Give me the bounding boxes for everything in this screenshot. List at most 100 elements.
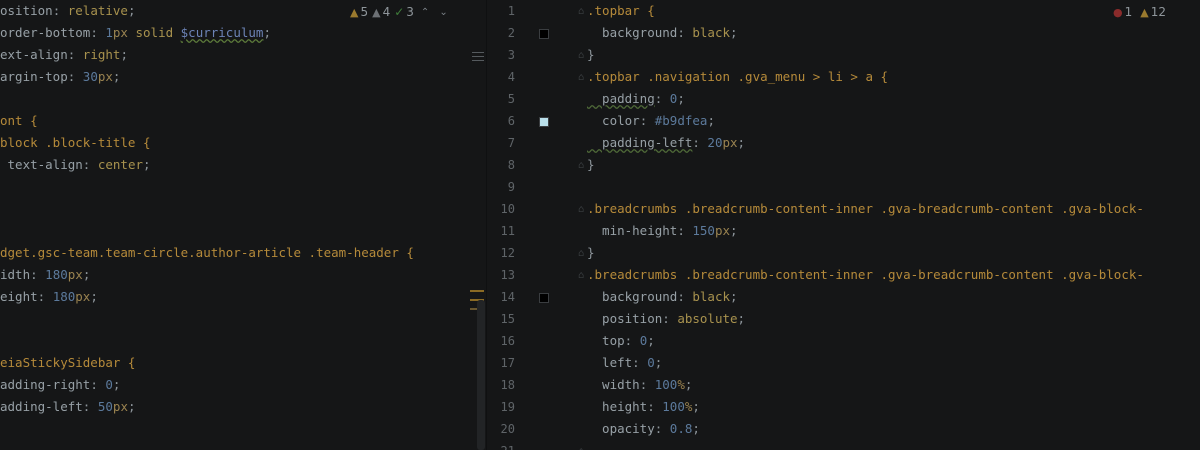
line-number[interactable]: 16 [487,330,515,352]
line-number[interactable]: 4 [487,66,515,88]
right-editor-pane[interactable]: 123456789101112131415161718192021⌂⌂⌂⌂⌂⌂⌂… [487,0,1200,450]
vertical-scrollbar[interactable] [477,300,485,450]
line-number[interactable]: 11 [487,220,515,242]
line-number[interactable]: 13 [487,264,515,286]
fold-marker-icon[interactable]: ⌂ [578,204,584,215]
code-token: order-bottom [0,25,91,40]
line-number[interactable]: 21 [487,440,515,450]
code-line[interactable]: .breadcrumbs .breadcrumb-content-inner .… [587,198,1144,220]
code-line[interactable]: } [587,154,595,176]
left-editor-pane[interactable]: osition: relative; order-bottom: 1px soli… [0,0,487,450]
code-line[interactable]: osition: relative; [0,0,136,22]
code-line[interactable]: order-bottom: 1px solid $curriculum; [0,22,271,44]
errors-indicator[interactable]: ● 1 [1113,5,1132,19]
code-line[interactable]: background: black; [587,286,738,308]
code-token: 150 [692,223,715,238]
warning-stripe-mark[interactable] [470,290,484,292]
typos-indicator[interactable]: ✓ 3 [394,5,414,19]
warnings-indicator[interactable]: ▲ 5 [350,5,368,19]
code-line[interactable]: min-height: 150px; [587,220,738,242]
code-line[interactable]: } [587,44,595,66]
weak-warnings-indicator[interactable]: ▲ 4 [372,5,390,19]
code-line[interactable]: text-align: center; [0,154,151,176]
code-line[interactable]: adding-right: 0; [0,374,120,396]
code-line[interactable]: .topbar { [587,0,655,22]
code-line[interactable]: padding: 0; [587,88,685,110]
code-line[interactable]: ext-align: right; [0,44,128,66]
code-line[interactable]: } [587,242,595,264]
code-line[interactable]: opacity: 0.8; [587,418,700,440]
code-line[interactable]: ont { [0,110,38,132]
code-line[interactable]: top: 0; [587,330,655,352]
code-token: width [587,377,640,392]
code-line[interactable]: left: 0; [587,352,662,374]
code-line[interactable]: position: absolute; [587,308,745,330]
line-number[interactable]: 20 [487,418,515,440]
right-inspection-widget[interactable]: ● 1 ▲ 12 [1113,5,1166,19]
color-swatch[interactable] [539,293,549,303]
fold-marker-icon[interactable]: ⌂ [578,160,584,171]
code-line[interactable]: adding-left: 50px; [0,396,136,418]
line-number[interactable]: 12 [487,242,515,264]
code-token: : [662,311,678,326]
line-number[interactable]: 1 [487,0,515,22]
fold-marker-icon[interactable]: ⌂ [578,6,584,17]
line-number[interactable]: 8 [487,154,515,176]
warnings-indicator[interactable]: ▲ 12 [1140,5,1166,19]
color-swatch[interactable] [539,117,549,127]
code-line[interactable]: argin-top: 30px; [0,66,120,88]
line-number-gutter[interactable]: 123456789101112131415161718192021⌂⌂⌂⌂⌂⌂⌂… [487,0,584,450]
code-token: color [587,113,640,128]
code-token: position [587,311,663,326]
code-line[interactable]: dget.gsc-team.team-circle.author-article… [0,242,414,264]
code-token: ; [737,311,746,326]
code-line[interactable]: eiaStickySidebar { [0,352,135,374]
code-line[interactable]: eight: 180px; [0,286,98,308]
line-number[interactable]: 7 [487,132,515,154]
fold-marker-icon[interactable]: ⌂ [578,50,584,61]
code-line[interactable]: color: #b9dfea; [587,110,715,132]
code-token: #b9dfea [654,113,708,128]
code-line[interactable]: block .block-title { [0,132,151,154]
code-line[interactable]: padding-left: 20px; [587,132,745,154]
code-line[interactable]: height: 100%; [587,396,700,418]
line-number[interactable]: 15 [487,308,515,330]
hamburger-icon[interactable] [472,52,484,61]
previous-highlight-chevron-up-icon[interactable]: ⌃ [418,7,432,18]
line-number[interactable]: 2 [487,22,515,44]
line-number[interactable]: 18 [487,374,515,396]
code-line[interactable]: idth: 180px; [0,264,90,286]
code-line[interactable]: width: 100%; [587,374,692,396]
fold-marker-icon[interactable]: ⌂ [578,270,584,281]
line-number[interactable]: 10 [487,198,515,220]
code-line[interactable]: background: black; [587,22,738,44]
color-swatch[interactable] [539,29,549,39]
code-token: ; [684,377,693,392]
line-number[interactable]: 6 [487,110,515,132]
code-token: 100 [662,399,685,414]
code-token: dget.gsc-team.team-circle.author-article… [0,245,414,260]
line-number[interactable]: 9 [487,176,515,198]
code-token: : [677,223,693,238]
code-token: ext-align [0,47,68,62]
code-token: px [112,25,128,40]
code-token: black [692,25,731,40]
code-token: 180 [52,289,76,304]
line-number[interactable]: 17 [487,352,515,374]
fold-marker-icon[interactable]: ⌂ [578,446,584,450]
code-token: padding-left [587,135,693,150]
code-line[interactable]: .breadcrumbs .breadcrumb-content-inner .… [587,264,1144,286]
code-line[interactable]: .topbar .navigation .gva_menu > li > a { [587,66,888,88]
line-number[interactable]: 19 [487,396,515,418]
line-number[interactable]: 5 [487,88,515,110]
errors-count: 1 [1124,5,1133,19]
line-number[interactable]: 3 [487,44,515,66]
next-highlight-chevron-down-icon[interactable]: ⌄ [436,7,450,18]
fold-marker-icon[interactable]: ⌂ [578,72,584,83]
fold-marker-icon[interactable]: ⌂ [578,248,584,259]
left-inspection-widget[interactable]: ▲ 5 ▲ 4 ✓ 3 ⌃ ⌄ [350,5,451,19]
code-token: .topbar { [587,3,655,18]
line-number[interactable]: 14 [487,286,515,308]
code-token: px [75,289,91,304]
code-token: .breadcrumbs .breadcrumb-content-inner .… [587,201,1144,216]
